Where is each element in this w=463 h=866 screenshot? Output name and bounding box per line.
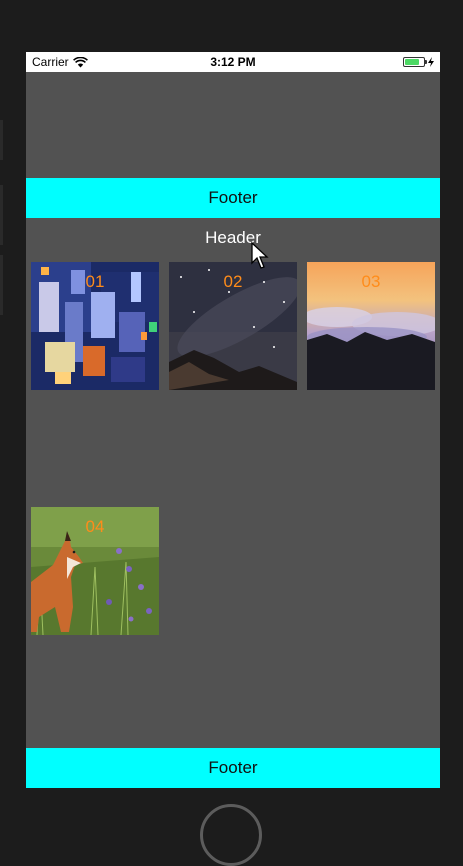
charging-icon xyxy=(428,57,434,67)
grid-item-02[interactable]: 02 xyxy=(169,262,297,390)
status-bar: Carrier 3:12 PM xyxy=(26,52,440,72)
home-button[interactable] xyxy=(200,804,262,866)
battery-icon xyxy=(403,57,427,67)
wifi-icon xyxy=(72,56,88,67)
app-screen: Carrier 3:12 PM Footer Header 01 02 03 0… xyxy=(26,52,440,788)
section-header: Header xyxy=(205,228,261,247)
grid-item-03[interactable]: 03 xyxy=(307,262,435,390)
top-footer-label: Footer xyxy=(208,188,258,207)
mute-switch xyxy=(0,120,3,160)
item-number: 04 xyxy=(85,517,105,536)
item-number: 02 xyxy=(223,272,243,291)
battery-level xyxy=(405,59,419,65)
top-footer-bar: Footer xyxy=(26,178,440,218)
device-frame: Carrier 3:12 PM Footer Header 01 02 03 0… xyxy=(0,0,463,866)
carrier-label: Carrier xyxy=(32,55,69,69)
volume-up-button xyxy=(0,185,3,245)
grid-item-01[interactable]: 01 xyxy=(31,262,159,390)
volume-down-button xyxy=(0,255,3,315)
item-number: 03 xyxy=(361,272,381,291)
mouse-cursor-icon xyxy=(251,241,269,269)
item-number: 01 xyxy=(85,272,105,291)
bottom-footer-label: Footer xyxy=(208,758,258,777)
status-time: 3:12 PM xyxy=(210,55,256,69)
grid-item-04[interactable]: 04 xyxy=(31,507,159,635)
bottom-footer-bar: Footer xyxy=(26,748,440,788)
